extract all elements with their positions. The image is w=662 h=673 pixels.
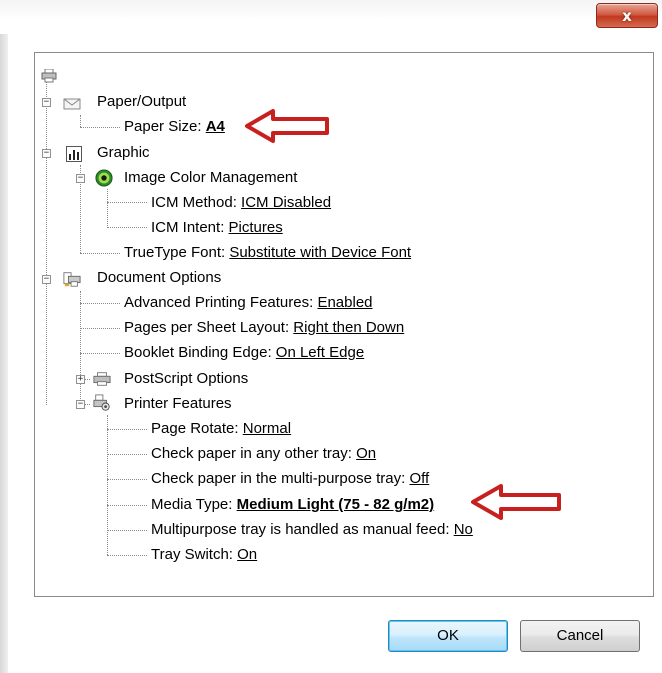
node-label: Graphic	[97, 144, 150, 161]
setting-label: Check paper in any other tray:	[151, 445, 357, 462]
icm-intent-setting[interactable]: ICM Intent: Pictures	[151, 217, 283, 239]
printer-icon	[40, 67, 58, 85]
node-label: Document Options	[97, 269, 222, 286]
window-border	[0, 34, 8, 673]
printer-features-icon	[93, 394, 111, 412]
setting-label: Multipurpose tray is handled as manual f…	[151, 521, 454, 538]
paper-size-setting[interactable]: Paper Size: A4	[124, 116, 225, 138]
tree-connector	[107, 429, 147, 430]
setting-label: Pages per Sheet Layout:	[124, 319, 294, 336]
tree-node-postscript-options[interactable]: PostScript Options	[124, 368, 248, 390]
tree-connector	[80, 291, 81, 405]
paper-output-icon	[63, 94, 81, 112]
tree-connector	[80, 115, 81, 127]
tray-switch-setting[interactable]: Tray Switch: On	[151, 544, 257, 566]
collapse-toggle[interactable]: −	[42, 275, 51, 284]
setting-value[interactable]: ICM Disabled	[241, 194, 331, 211]
close-button[interactable]: x	[596, 3, 658, 28]
node-label: PostScript Options	[124, 370, 249, 387]
tree-connector	[80, 353, 120, 354]
title-bar: x	[0, 0, 662, 34]
document-options-icon	[63, 270, 81, 288]
setting-label: Tray Switch:	[151, 546, 238, 563]
setting-value[interactable]: Substitute with Device Font	[229, 244, 411, 261]
media-type-setting[interactable]: Media Type: Medium Light (75 - 82 g/m2)	[151, 494, 434, 516]
tree-connector	[80, 253, 120, 254]
collapse-toggle[interactable]: −	[76, 174, 85, 183]
cancel-button[interactable]: Cancel	[520, 620, 640, 652]
setting-label: Booklet Binding Edge:	[124, 344, 276, 361]
tree-connector	[46, 79, 47, 405]
tree-connector	[107, 227, 147, 228]
setting-value[interactable]: No	[454, 521, 473, 538]
arrow-left-icon	[471, 484, 561, 520]
tree-connector	[107, 454, 147, 455]
collapse-toggle[interactable]: −	[42, 98, 51, 107]
arrow-left-icon	[245, 109, 329, 143]
setting-value[interactable]: On	[356, 445, 376, 462]
icm-method-setting[interactable]: ICM Method: ICM Disabled	[151, 192, 331, 214]
setting-value[interactable]: Pictures	[229, 219, 283, 236]
setting-value[interactable]: Enabled	[317, 294, 372, 311]
expand-toggle[interactable]: +	[76, 375, 85, 384]
tree-connector	[107, 415, 108, 555]
tree-connector	[107, 479, 147, 480]
graphic-icon	[65, 145, 83, 163]
booklet-binding-setting[interactable]: Booklet Binding Edge: On Left Edge	[124, 342, 364, 364]
tree-node-icm[interactable]: Image Color Management	[124, 167, 297, 189]
settings-tree[interactable]: − Paper/Output Paper Size: A4 − Graphic	[34, 52, 654, 597]
truetype-font-setting[interactable]: TrueType Font: Substitute with Device Fo…	[124, 242, 411, 264]
check-paper-other-tray-setting[interactable]: Check paper in any other tray: On	[151, 443, 376, 465]
tree-node-graphic[interactable]: Graphic	[97, 142, 150, 164]
postscript-icon	[93, 370, 111, 388]
advanced-options-dialog: x − Paper/Output Paper Size: A4 − Graphi…	[0, 0, 662, 673]
tree-connector	[107, 189, 108, 228]
node-label: Image Color Management	[124, 169, 298, 186]
setting-label: ICM Intent:	[151, 219, 229, 236]
collapse-toggle[interactable]: −	[42, 149, 51, 158]
setting-label: Media Type:	[151, 496, 237, 513]
setting-value[interactable]: Medium Light (75 - 82 g/m2)	[237, 496, 435, 513]
setting-label: ICM Method:	[151, 194, 242, 211]
node-label: Paper/Output	[97, 93, 187, 110]
setting-value[interactable]: Normal	[243, 420, 291, 437]
ok-button[interactable]: OK	[388, 620, 508, 652]
collapse-toggle[interactable]: −	[76, 400, 85, 409]
page-rotate-setting[interactable]: Page Rotate: Normal	[151, 418, 291, 440]
setting-value[interactable]: Off	[409, 470, 429, 487]
mp-tray-manual-feed-setting[interactable]: Multipurpose tray is handled as manual f…	[151, 519, 473, 541]
setting-label: Page Rotate:	[151, 420, 243, 437]
tree-connector	[107, 202, 147, 203]
tree-connector	[107, 505, 147, 506]
setting-label: Advanced Printing Features:	[124, 294, 318, 311]
tree-connector	[107, 530, 147, 531]
tree-node-document-options[interactable]: Document Options	[97, 267, 221, 289]
node-label: Printer Features	[124, 395, 232, 412]
tree-node-printer-features[interactable]: Printer Features	[124, 393, 232, 415]
tree-connector	[80, 328, 120, 329]
tree-node-paper-output[interactable]: Paper/Output	[97, 91, 186, 113]
tree-connector	[80, 127, 120, 128]
setting-value[interactable]: On	[237, 546, 257, 563]
tree-connector	[107, 555, 147, 556]
setting-value[interactable]: A4	[206, 118, 225, 135]
setting-value[interactable]: Right then Down	[293, 319, 404, 336]
color-management-icon	[95, 169, 113, 187]
setting-value[interactable]: On Left Edge	[276, 344, 364, 361]
close-icon: x	[622, 6, 632, 25]
pages-per-sheet-setting[interactable]: Pages per Sheet Layout: Right then Down	[124, 317, 404, 339]
setting-label: Paper Size:	[124, 118, 206, 135]
setting-label: TrueType Font:	[124, 244, 230, 261]
advanced-printing-setting[interactable]: Advanced Printing Features: Enabled	[124, 292, 373, 314]
setting-label: Check paper in the multi-purpose tray:	[151, 470, 410, 487]
tree-connector	[80, 303, 120, 304]
check-paper-mp-tray-setting[interactable]: Check paper in the multi-purpose tray: O…	[151, 468, 429, 490]
